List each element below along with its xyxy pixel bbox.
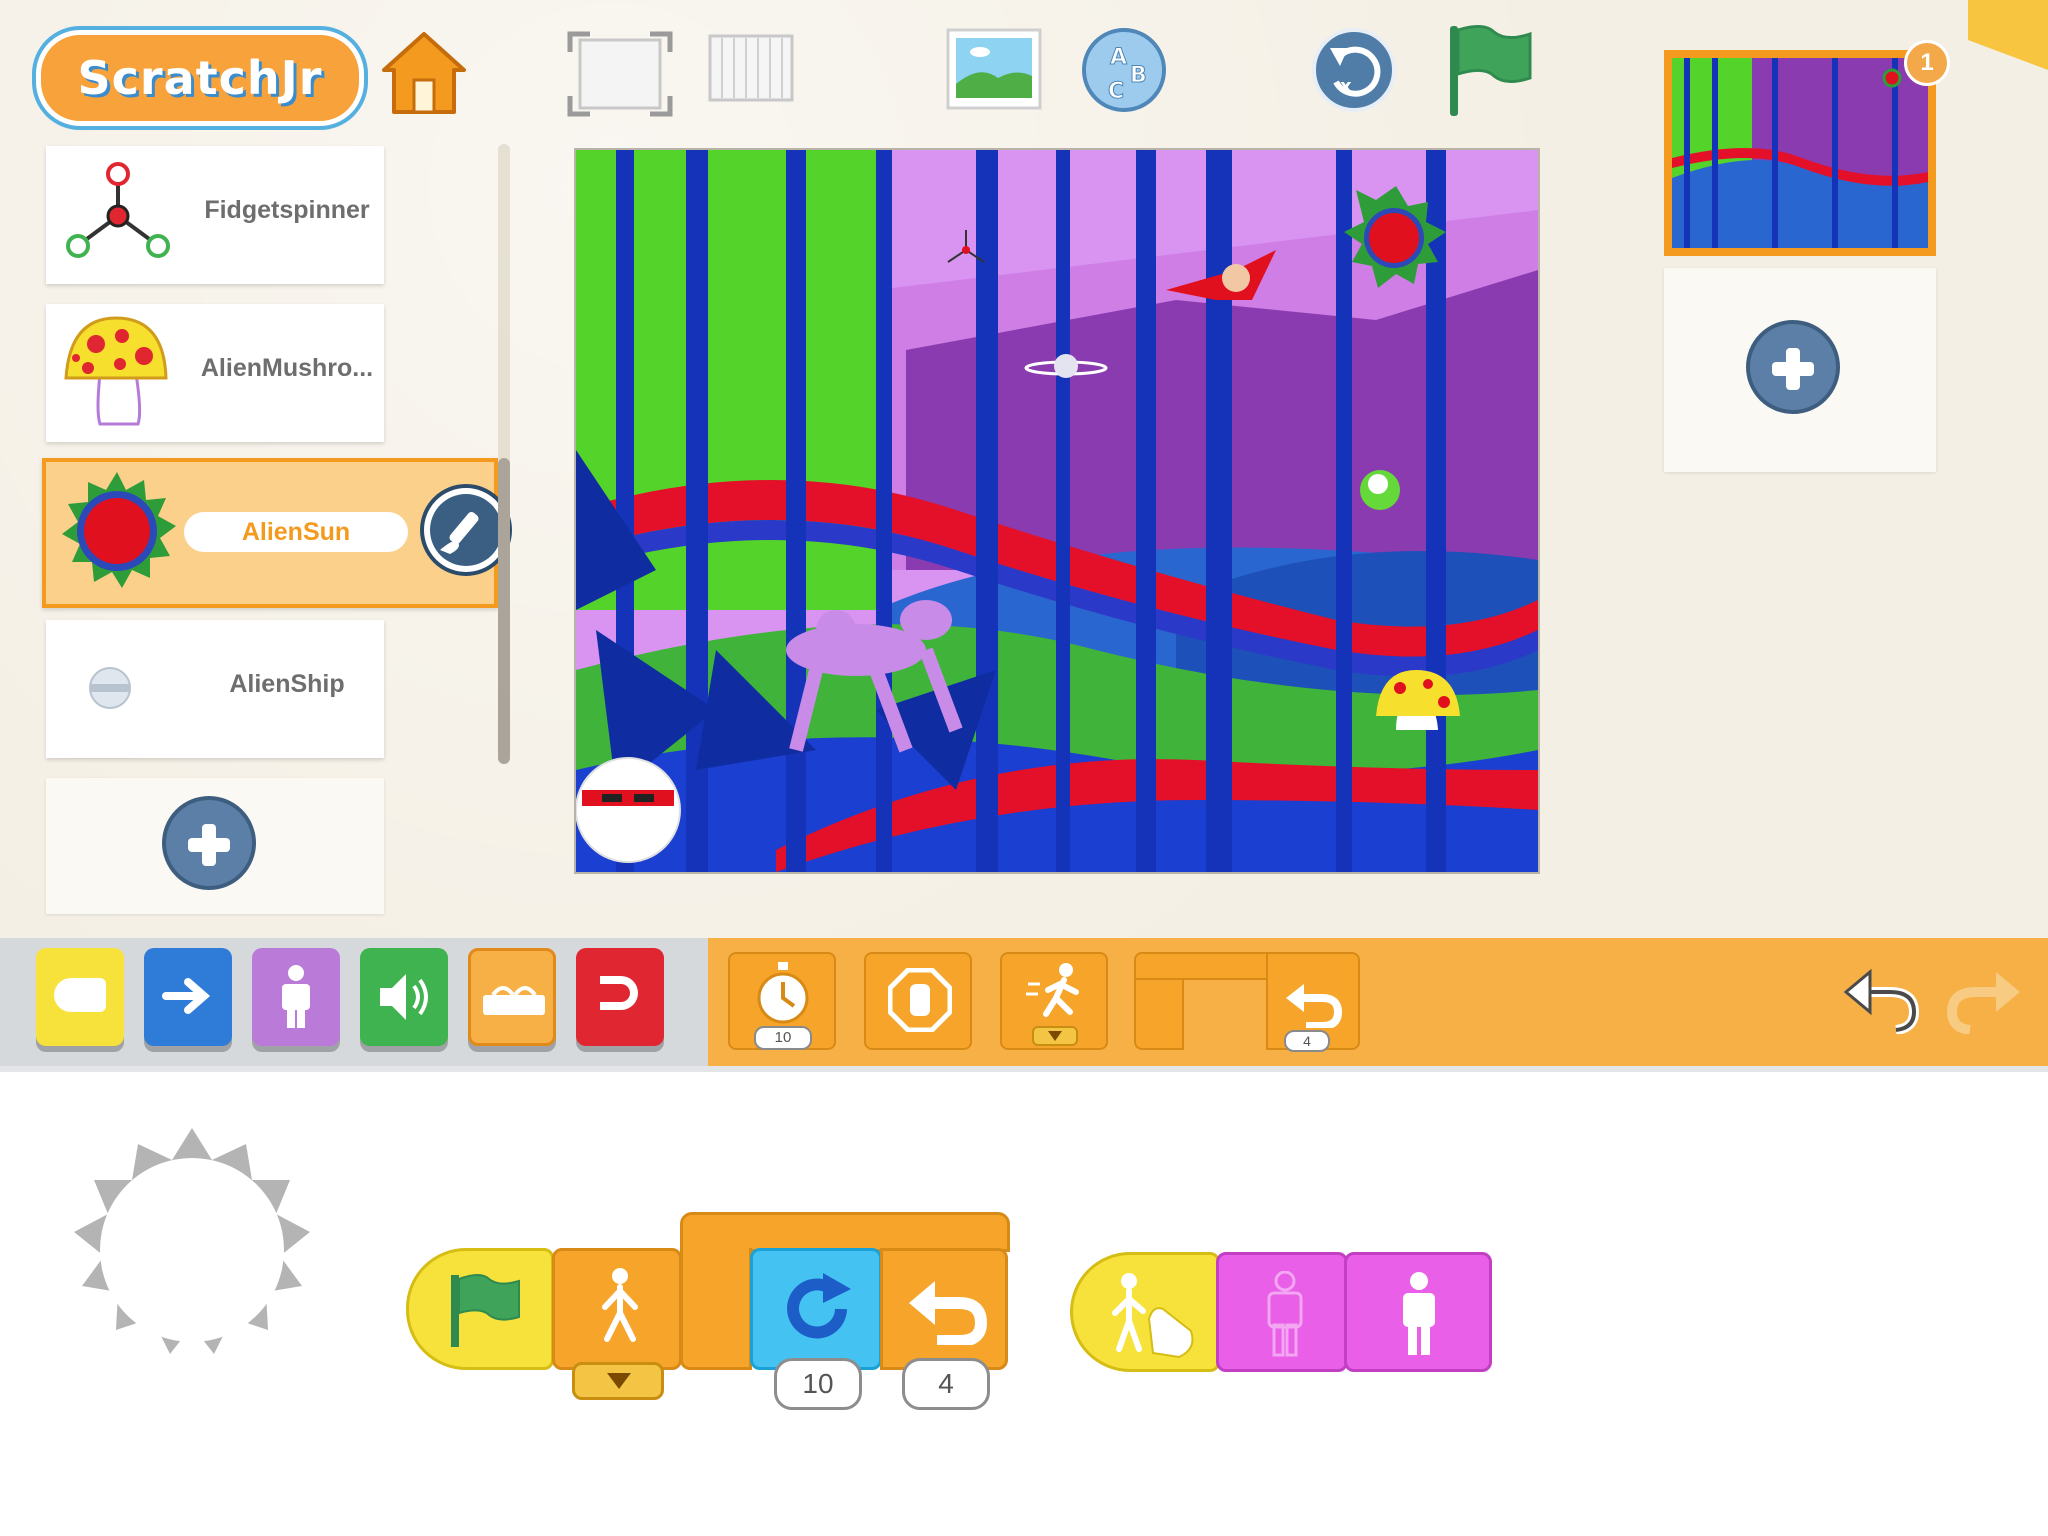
on-tap-start-block[interactable] [1070, 1252, 1220, 1372]
change-background-button[interactable] [946, 28, 1042, 110]
green-flag-button[interactable] [1444, 22, 1534, 120]
person-icon [282, 965, 310, 1028]
repeat-block[interactable] [880, 1248, 1008, 1370]
repeat-arrow-icon [1286, 984, 1342, 1028]
sprite-item-alienship[interactable]: AlienShip [46, 620, 384, 758]
page-number-badge: 1 [1904, 40, 1950, 86]
scratchjr-logo: ScratchJr [36, 30, 364, 126]
sprite-name: AlienSun [184, 512, 408, 552]
home-icon [382, 32, 466, 114]
svg-text:A: A [1110, 45, 1127, 70]
category-end[interactable] [576, 948, 664, 1046]
svg-text:x: x [1340, 76, 1352, 97]
add-page-button[interactable] [1746, 320, 1840, 414]
end-category-icon [600, 976, 638, 1010]
stopwatch-icon [757, 962, 809, 1024]
presentation-mode-button[interactable] [566, 30, 674, 118]
sprite-item-fidgetspinner[interactable]: Fidgetspinner [46, 146, 384, 284]
redo-icon[interactable] [1946, 968, 2022, 1034]
repeat-container-left [680, 1248, 752, 1370]
block-palette: 10 4 [708, 938, 2048, 1066]
speaker-icon [380, 974, 428, 1020]
undo-icon[interactable] [1844, 968, 1920, 1034]
scrollbar-thumb[interactable] [498, 458, 510, 764]
show-block[interactable] [1344, 1252, 1492, 1372]
repeat-forever-count[interactable]: 10 [774, 1358, 862, 1410]
fullscreen-icon [567, 31, 673, 117]
repeat-block-top [1134, 952, 1274, 980]
control-category-icon [483, 986, 545, 1015]
wait-value[interactable]: 10 [754, 1026, 812, 1050]
green-flag-icon [1450, 25, 1532, 116]
chevron-down-icon [607, 1373, 631, 1389]
add-sprite-button[interactable] [162, 796, 256, 890]
hide-person-icon [1267, 1271, 1303, 1357]
sprite-name: AlienMushro... [200, 354, 374, 382]
sprite-item-aliensun[interactable]: AlienSun [42, 458, 512, 608]
trigger-category-icon [54, 978, 106, 1012]
repeat-arrow-icon [909, 1281, 987, 1345]
wait-block[interactable]: 10 [728, 952, 836, 1050]
chevron-down-icon [1048, 1031, 1062, 1041]
stop-hand-icon [888, 968, 952, 1032]
walking-person-icon [602, 1268, 638, 1342]
green-flag-icon [451, 1274, 520, 1347]
sprite-item-alienmushroom[interactable]: AlienMushro... [46, 304, 384, 442]
corner-fold-decoration [1968, 0, 2048, 70]
add-text-button[interactable]: A B C [1080, 26, 1168, 114]
start-walking-block[interactable] [552, 1248, 682, 1370]
repeat-forever-block[interactable] [750, 1248, 882, 1370]
repeat-forever-container-top [680, 1212, 1010, 1252]
green-flag-start-block[interactable] [406, 1248, 554, 1370]
stage[interactable] [574, 148, 1540, 874]
background-picture-icon [946, 28, 1042, 110]
logo-text: ScratchJr [77, 51, 323, 105]
hide-block[interactable] [1216, 1252, 1348, 1372]
reset-characters-button[interactable]: x [1310, 26, 1398, 114]
speed-dropdown[interactable] [1032, 1026, 1078, 1046]
category-looks[interactable] [252, 948, 340, 1046]
svg-text:C: C [1108, 79, 1124, 104]
reset-characters-icon: x [1312, 28, 1396, 112]
arrow-right-icon [162, 978, 211, 1014]
text-abc-icon: A B C [1082, 28, 1166, 112]
jungle-background [576, 150, 1538, 872]
script-area[interactable]: 10 4 [0, 1072, 2048, 1536]
grid-icon [708, 34, 794, 102]
repeat-forever-icon [787, 1273, 851, 1339]
walk-direction-dropdown[interactable] [572, 1362, 664, 1400]
aliensun-thumbnail [62, 472, 176, 588]
page-thumbnail-preview [1672, 58, 1928, 248]
stop-block[interactable] [864, 952, 972, 1050]
sprite-list-scrollbar[interactable] [498, 144, 510, 764]
category-motion[interactable] [144, 948, 232, 1046]
show-person-icon [1403, 1272, 1435, 1355]
home-button[interactable] [378, 28, 470, 118]
fidgetspinner-thumbnail [66, 162, 170, 258]
repeat-count[interactable]: 4 [902, 1358, 990, 1410]
page-thumbnail-1[interactable] [1664, 50, 1936, 256]
sprite-name: AlienShip [229, 670, 345, 698]
category-triggering[interactable] [36, 948, 124, 1046]
running-person-icon [1026, 963, 1079, 1017]
alienmushroom-thumbnail [64, 316, 168, 426]
repeat-block[interactable]: 4 [1134, 952, 1360, 1052]
set-speed-block[interactable] [1000, 952, 1108, 1050]
tap-hand-icon [1112, 1273, 1194, 1359]
sprite-name: Fidgetspinner [204, 196, 370, 224]
alienship-thumbnail [89, 667, 131, 709]
grid-toggle-button[interactable] [706, 32, 796, 104]
category-control[interactable] [468, 948, 556, 1046]
repeat-value[interactable]: 4 [1284, 1030, 1330, 1052]
svg-text:B: B [1130, 63, 1147, 88]
category-sound[interactable] [360, 948, 448, 1046]
selected-sprite-outline-icon [74, 1128, 310, 1354]
block-category-bar [0, 938, 708, 1066]
